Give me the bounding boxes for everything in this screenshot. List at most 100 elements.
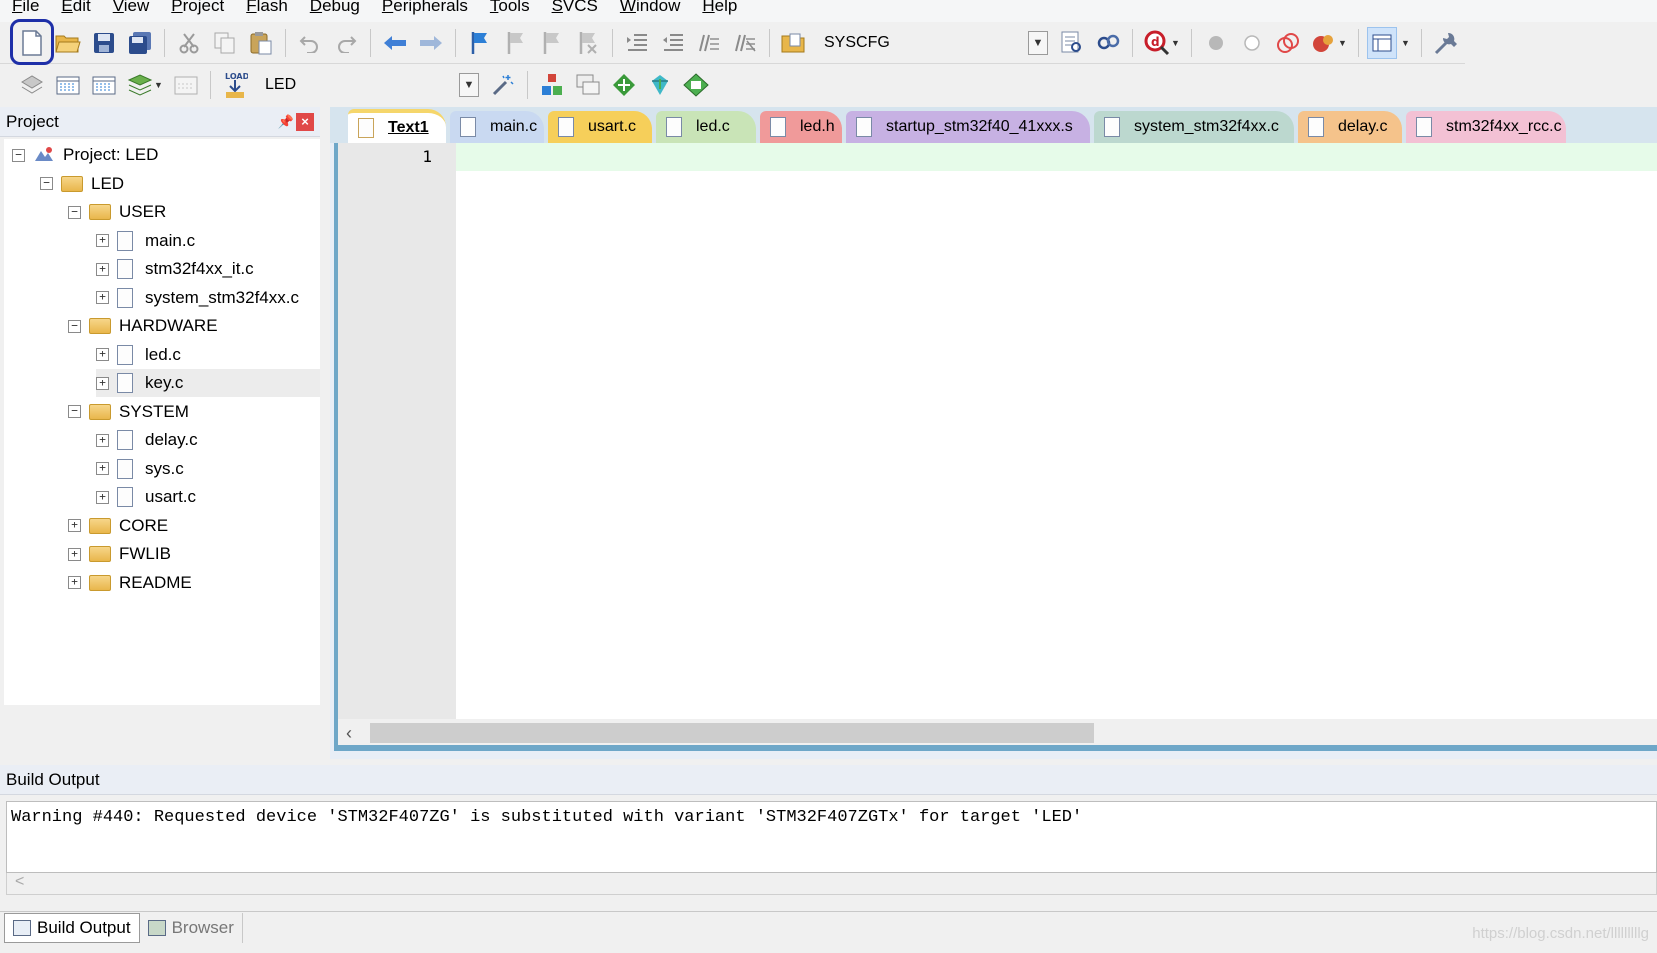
- target-options-button[interactable]: [487, 69, 519, 101]
- enable-breakpoint-button[interactable]: [1236, 27, 1268, 59]
- build-output-tab[interactable]: Browser: [140, 912, 243, 943]
- save-all-button[interactable]: [124, 27, 156, 59]
- editor-tab[interactable]: main.c: [450, 111, 544, 143]
- editor-tab[interactable]: usart.c: [548, 111, 652, 143]
- editor-tab[interactable]: system_stm32f4xx.c: [1094, 111, 1294, 143]
- cut-button[interactable]: [173, 27, 205, 59]
- comment-button[interactable]: [693, 27, 725, 59]
- expand-icon[interactable]: +: [68, 576, 81, 589]
- collapse-icon[interactable]: −: [68, 405, 81, 418]
- tree-folder-item[interactable]: + README: [68, 569, 192, 597]
- prev-bookmark-button[interactable]: [500, 27, 532, 59]
- chevron-down-icon[interactable]: ▼: [154, 80, 164, 90]
- menu-help[interactable]: Help: [691, 0, 748, 22]
- chevron-down-icon[interactable]: ▼: [1171, 38, 1181, 48]
- undo-button[interactable]: [294, 27, 326, 59]
- collapse-icon[interactable]: −: [12, 148, 25, 162]
- insert-bookmark-button[interactable]: [464, 27, 496, 59]
- tree-file-item[interactable]: + sys.c: [96, 455, 184, 483]
- code-editor[interactable]: 1: [334, 143, 1657, 719]
- menu-svcs[interactable]: SVCS: [541, 0, 609, 22]
- build-button[interactable]: [52, 69, 84, 101]
- open-file-button[interactable]: [52, 27, 84, 59]
- disable-breakpoints-button[interactable]: [1272, 27, 1304, 59]
- collapse-icon[interactable]: −: [68, 205, 81, 219]
- tree-target-item[interactable]: − LED: [40, 170, 124, 198]
- menu-tools[interactable]: Tools: [479, 0, 541, 22]
- redo-button[interactable]: [330, 27, 362, 59]
- build-output-text[interactable]: Warning #440: Requested device 'STM32F40…: [6, 801, 1657, 873]
- batch-build-button[interactable]: [124, 69, 156, 101]
- tree-file-item[interactable]: + key.c: [96, 369, 320, 397]
- expand-icon[interactable]: +: [96, 433, 109, 447]
- pin-icon[interactable]: 📌: [276, 114, 296, 130]
- insert-breakpoint-button[interactable]: [1200, 27, 1232, 59]
- menu-edit[interactable]: Edit: [50, 0, 101, 22]
- next-bookmark-button[interactable]: [536, 27, 568, 59]
- incremental-find-button[interactable]: [1092, 27, 1124, 59]
- navigate-forward-button[interactable]: [415, 27, 447, 59]
- tree-file-item[interactable]: + usart.c: [96, 483, 196, 511]
- menu-peripherals[interactable]: Peripherals: [371, 0, 479, 22]
- build-horizontal-scrollbar[interactable]: <: [6, 873, 1657, 895]
- menu-debug[interactable]: Debug: [299, 0, 371, 22]
- editor-horizontal-scrollbar[interactable]: ‹: [334, 719, 1657, 751]
- expand-icon[interactable]: +: [68, 547, 81, 561]
- collapse-icon[interactable]: −: [68, 319, 81, 333]
- unindent-button[interactable]: [657, 27, 689, 59]
- tree-folder-item[interactable]: − USER: [68, 198, 166, 226]
- menu-view[interactable]: View: [102, 0, 161, 22]
- project-tree[interactable]: − Project: LED − LED − USER + main.c + stm32f4xx_…: [4, 139, 320, 705]
- download-button[interactable]: LOAD: [219, 69, 251, 101]
- find-combo[interactable]: SYSCFG ▼: [818, 29, 1048, 57]
- debug-session-button[interactable]: d: [1141, 27, 1173, 59]
- paste-button[interactable]: [245, 27, 277, 59]
- window-layout-button[interactable]: [1367, 26, 1397, 59]
- menu-file[interactable]: File: [0, 0, 50, 22]
- select-packs-button[interactable]: [608, 69, 640, 101]
- scroll-left-icon[interactable]: ‹: [346, 723, 352, 744]
- expand-icon[interactable]: +: [96, 234, 109, 247]
- file-extensions-button[interactable]: [572, 69, 604, 101]
- expand-icon[interactable]: +: [68, 519, 81, 532]
- translate-button[interactable]: [16, 69, 48, 101]
- chevron-down-icon[interactable]: ▼: [1401, 38, 1411, 48]
- indent-button[interactable]: [621, 27, 653, 59]
- rebuild-button[interactable]: [88, 69, 120, 101]
- configure-button[interactable]: [1430, 27, 1462, 59]
- tree-folder-item[interactable]: − HARDWARE: [68, 312, 218, 340]
- expand-icon[interactable]: +: [96, 462, 109, 475]
- expand-icon[interactable]: +: [96, 291, 109, 304]
- clear-bookmarks-button[interactable]: [572, 27, 604, 59]
- tree-file-item[interactable]: + delay.c: [96, 426, 198, 454]
- editor-tab[interactable]: led.h: [760, 111, 842, 143]
- chevron-down-icon[interactable]: ▼: [1028, 30, 1048, 55]
- tree-file-item[interactable]: + led.c: [96, 341, 181, 369]
- editor-tab[interactable]: led.c: [656, 111, 756, 143]
- tree-file-item[interactable]: + system_stm32f4xx.c: [96, 284, 299, 312]
- uncomment-button[interactable]: [729, 27, 761, 59]
- pack-manager-button[interactable]: [680, 69, 712, 101]
- close-icon[interactable]: ×: [296, 112, 314, 131]
- build-output-tab[interactable]: Build Output: [4, 912, 140, 943]
- scroll-left-icon[interactable]: <: [15, 873, 24, 891]
- target-combo[interactable]: LED ▼: [259, 71, 479, 99]
- expand-icon[interactable]: +: [96, 348, 109, 361]
- tree-folder-item[interactable]: + CORE: [68, 512, 168, 540]
- manage-components-button[interactable]: [536, 69, 568, 101]
- editor-tab[interactable]: startup_stm32f40_41xxx.s: [846, 111, 1090, 143]
- chevron-down-icon[interactable]: ▼: [1338, 38, 1348, 48]
- collapse-icon[interactable]: −: [40, 177, 53, 190]
- save-button[interactable]: [88, 27, 120, 59]
- tree-project-item[interactable]: − Project: LED: [12, 141, 158, 169]
- expand-icon[interactable]: +: [96, 376, 109, 390]
- tree-file-item[interactable]: + stm32f4xx_it.c: [96, 255, 254, 283]
- menu-project[interactable]: Project: [160, 0, 235, 22]
- find-button[interactable]: [1056, 27, 1088, 59]
- stop-build-button[interactable]: [170, 69, 202, 101]
- navigate-back-button[interactable]: [379, 27, 411, 59]
- menu-flash[interactable]: Flash: [235, 0, 299, 22]
- chevron-down-icon[interactable]: ▼: [459, 73, 479, 97]
- kill-breakpoints-button[interactable]: [1308, 27, 1340, 59]
- tree-folder-item[interactable]: − SYSTEM: [68, 398, 189, 426]
